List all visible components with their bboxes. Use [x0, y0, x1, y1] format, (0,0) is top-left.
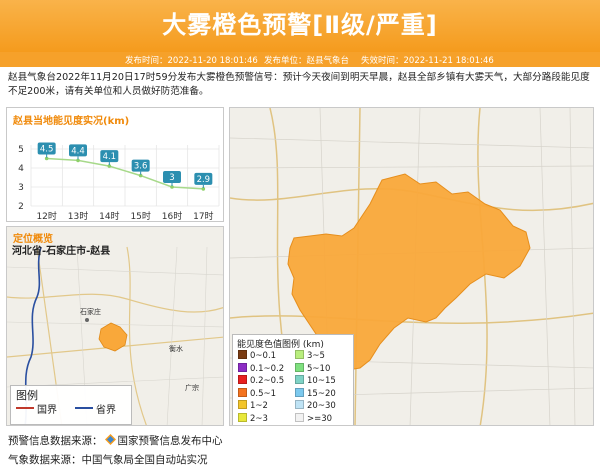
town-label-1: 衡水: [169, 345, 183, 353]
national-border-swatch: [16, 407, 34, 409]
legend-swatch: [238, 387, 247, 397]
value-label: 4.1: [103, 152, 117, 162]
value-label: 4.5: [40, 145, 54, 155]
location-panel: 定位概览 河北省-石家庄市-赵县 石家庄 衡水 广宗 图例 国界 省界: [6, 226, 224, 426]
value-label: 4.4: [71, 146, 85, 156]
visibility-legend-item: 2~3: [238, 412, 268, 424]
warning-center-logo-icon: [104, 434, 116, 445]
legend-swatch: [238, 350, 247, 359]
warning-source[interactable]: 国家预警信息发布中心: [118, 435, 223, 447]
legend-swatch: [295, 400, 304, 409]
warning-source-label: 预警信息数据来源：: [8, 435, 103, 447]
visibility-legend-item: 0.1~0.2: [238, 362, 285, 374]
x-tick-label: 12时: [36, 210, 56, 222]
legend-swatch: [295, 350, 304, 359]
visibility-legend-item: 10~15: [295, 375, 336, 386]
visibility-legend-item: 20~30: [295, 400, 336, 411]
legend-label: 15~20: [307, 388, 336, 399]
visibility-legend-item: 0.2~0.5: [238, 375, 284, 386]
warning-source-line: 预警信息数据来源： 国家预警信息发布中心: [8, 433, 223, 448]
visibility-legend-item: 15~20: [295, 387, 336, 399]
legend-swatch: [238, 400, 247, 409]
publisher: 发布单位：赵县气象台: [264, 56, 350, 66]
x-tick-label: 17时: [193, 210, 213, 222]
legend-label: 5~10: [307, 363, 331, 374]
visibility-legend-item: >=30: [295, 412, 333, 424]
legend-label: 0.1~0.2: [250, 363, 285, 374]
warning-meta-bar: 发布时间：2022-11-20 18:01:46 发布单位：赵县气象台 失效时间…: [0, 52, 600, 67]
legend-swatch: [238, 362, 247, 372]
x-tick-label: 14时: [99, 210, 119, 222]
visibility-chart: 5 4 3 2 4.5 12时 4.4 13时 4.1 14时 3.6 15时 3 16时 2.9 17时: [18, 142, 220, 222]
legend-label: 20~30: [307, 401, 336, 411]
x-tick-label: 13时: [68, 210, 88, 222]
visibility-legend-item: 5~10: [295, 362, 331, 374]
legend-label: 10~15: [307, 376, 336, 386]
expire-time: 失效时间：2022-11-21 18:01:46: [361, 56, 494, 66]
value-label: 3.6: [134, 162, 148, 172]
legend-swatch: [295, 362, 304, 372]
publish-time: 发布时间：2022-11-20 18:01:46: [125, 56, 258, 66]
value-label: 3: [169, 173, 174, 183]
legend-label: 0~0.1: [250, 351, 277, 361]
provincial-border-swatch: [75, 407, 93, 409]
legend-swatch: [295, 387, 304, 397]
legend-label: 0.2~0.5: [250, 376, 285, 386]
city-label: 石家庄: [80, 308, 101, 316]
y-tick-label: 2: [18, 202, 24, 212]
weather-source: 气象数据来源：中国气象局全国自动站实况: [8, 454, 208, 466]
x-tick-label: 16时: [162, 210, 182, 222]
warning-description: 赵县气象台2022年11月20日17时59分发布大雾橙色预警信号：预计今天夜间到…: [8, 72, 590, 97]
visibility-legend-item: 1~2: [238, 400, 268, 411]
warning-header: 大雾橙色预警[Ⅱ级/严重]: [0, 0, 600, 52]
location-name: 河北省-石家庄市-赵县: [12, 246, 111, 257]
legend-swatch: [238, 412, 247, 422]
national-border-label: 国界: [37, 405, 57, 416]
legend-label: 1~2: [250, 401, 268, 411]
main-map-panel[interactable]: 能见度色值图例 (km) 0~0.1 3~5 0.1~0.2 5~10 0.2~0.5 1…: [229, 107, 594, 426]
visibility-legend-title: 能见度色值图例 (km): [237, 340, 324, 350]
visibility-chart-panel: 赵县当地能见度实况(km) 5 4 3 2 4.5 12时 4.4 13时 4.1 14时 3.6 1…: [6, 107, 224, 222]
legend-swatch: [238, 375, 247, 384]
y-tick-label: 3: [18, 183, 24, 193]
map-legend: 图例 国界 省界: [10, 385, 132, 425]
legend-label: 0.5~1: [250, 388, 277, 399]
value-label: 2.9: [197, 175, 211, 185]
legend-label: 3~5: [307, 351, 325, 361]
visibility-legend-item: 3~5: [295, 350, 325, 361]
legend-swatch: [295, 412, 304, 422]
provincial-border-label: 省界: [96, 405, 116, 416]
visibility-legend: 能见度色值图例 (km) 0~0.1 3~5 0.1~0.2 5~10 0.2~0.5 1…: [232, 334, 354, 425]
legend-label: 2~3: [250, 413, 268, 424]
map-legend-title: 图例: [16, 389, 38, 402]
warning-title: 大雾橙色预警[Ⅱ级/严重]: [162, 11, 438, 39]
y-tick-label: 4: [18, 164, 24, 174]
legend-swatch: [295, 375, 304, 384]
visibility-legend-item: 0~0.1: [238, 350, 276, 361]
x-tick-label: 15时: [130, 210, 150, 222]
visibility-legend-item: 0.5~1: [238, 387, 277, 399]
y-tick-label: 5: [18, 145, 24, 155]
town-label-2: 广宗: [185, 384, 199, 392]
legend-label: >=30: [307, 413, 333, 424]
